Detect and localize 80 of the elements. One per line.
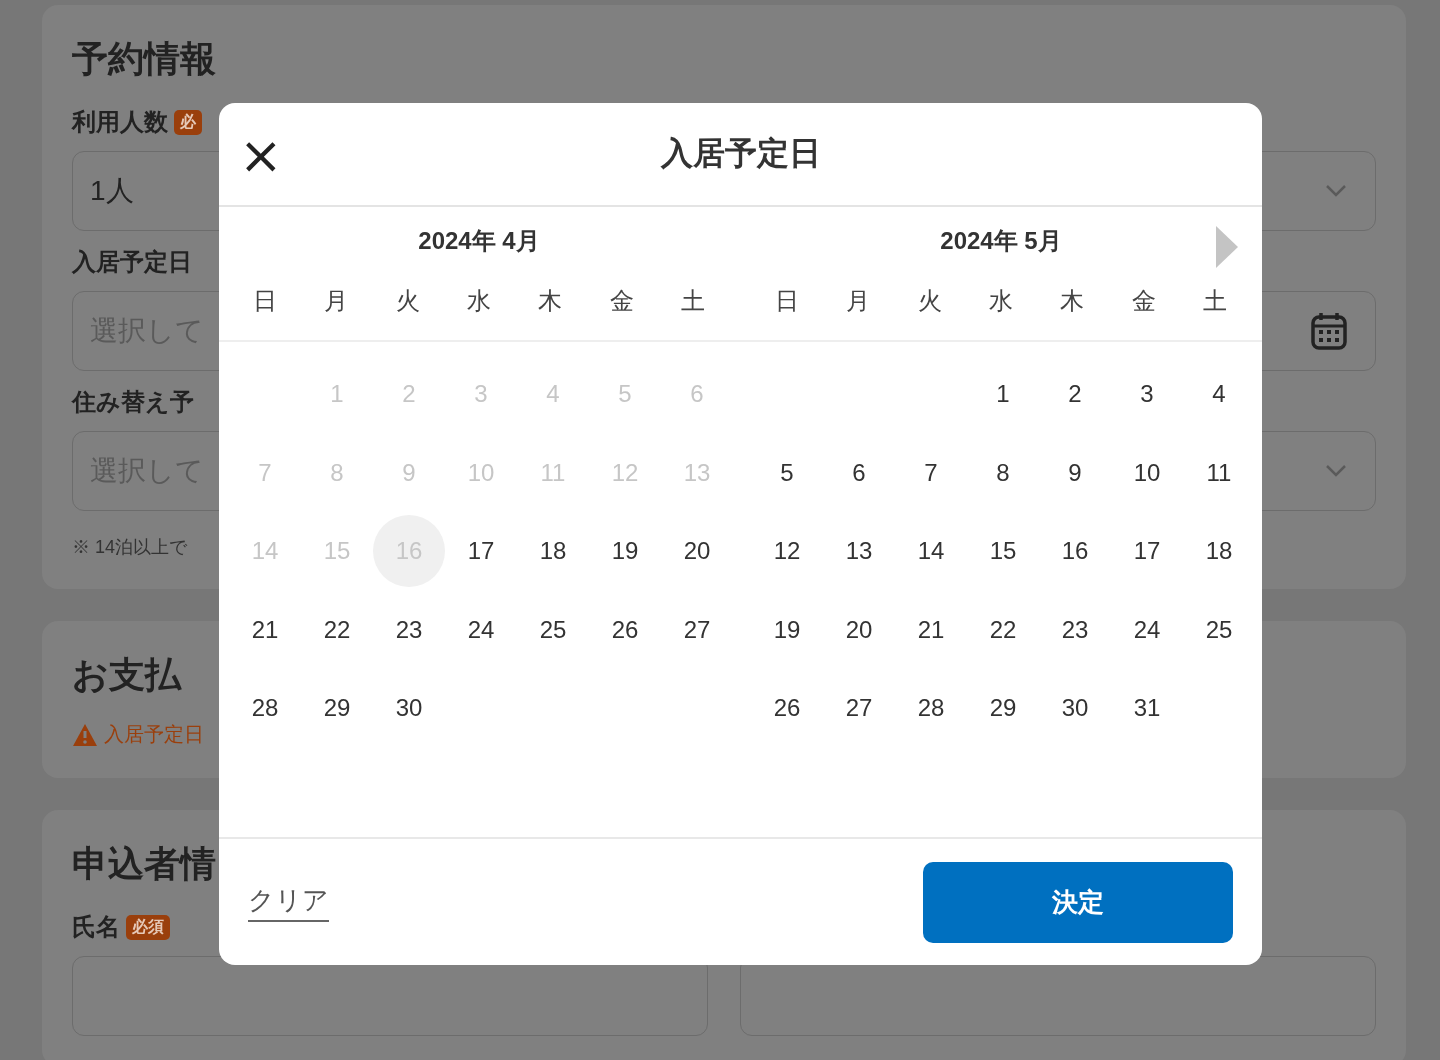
calendar-day[interactable]: 20 — [661, 515, 733, 588]
weekday-label: 水 — [989, 286, 1013, 316]
note-text: ※ 14泊以上で — [72, 536, 188, 559]
chevron-down-icon — [1325, 184, 1347, 198]
weekday-label: 金 — [1131, 286, 1156, 316]
calendar-day[interactable]: 6 — [823, 436, 895, 509]
weekday-label: 金 — [609, 286, 634, 316]
calendar-day[interactable]: 25 — [517, 593, 589, 666]
calendar-icon — [1311, 312, 1347, 350]
month-title: 2024年 5月 — [940, 226, 1062, 256]
calendar-day[interactable]: 9 — [1039, 436, 1111, 509]
warning-icon — [72, 722, 98, 747]
calendar-day[interactable]: 22 — [301, 593, 373, 666]
weekday-label: 火 — [917, 286, 942, 316]
required-badge: 必 — [174, 109, 202, 135]
weekday-label: 土 — [681, 286, 706, 316]
calendar-day[interactable]: 4 — [1183, 358, 1255, 431]
calendar-day[interactable]: 20 — [823, 593, 895, 666]
calendar-day[interactable]: 17 — [1111, 515, 1183, 588]
calendar-day[interactable]: 27 — [661, 593, 733, 666]
field-label: 利用人数 — [72, 107, 168, 137]
calendar-day[interactable]: 1 — [967, 358, 1039, 431]
calendar-day[interactable]: 5 — [751, 436, 823, 509]
calendar-day[interactable]: 30 — [1039, 672, 1111, 745]
calendar-day[interactable]: 26 — [751, 672, 823, 745]
calendar-day[interactable]: 19 — [751, 593, 823, 666]
weekday-label: 月 — [846, 286, 871, 316]
calendar-day[interactable]: 11 — [1183, 436, 1255, 509]
calendar-day[interactable]: 22 — [967, 593, 1039, 666]
month-title: 2024年 4月 — [418, 226, 540, 256]
calendar-day[interactable]: 7 — [895, 436, 967, 509]
calendar-day[interactable]: 15 — [967, 515, 1039, 588]
calendar-day[interactable]: 24 — [1111, 593, 1183, 666]
field-label: 氏名 — [72, 912, 120, 942]
calendar-day[interactable]: 2 — [1039, 358, 1111, 431]
section-title: 予約情報 — [72, 37, 217, 81]
close-button[interactable]: × — [239, 135, 279, 175]
calendar-day[interactable]: 10 — [1111, 436, 1183, 509]
weekday-label: 月 — [324, 286, 349, 316]
weekday-label: 日 — [252, 286, 277, 316]
calendar-day[interactable]: 21 — [895, 593, 967, 666]
calendar-day[interactable]: 17 — [445, 515, 517, 588]
calendar-day[interactable]: 28 — [895, 672, 967, 745]
section-title: 申込者情 — [72, 842, 217, 886]
calendar-day[interactable]: 24 — [445, 593, 517, 666]
calendar-day[interactable]: 14 — [895, 515, 967, 588]
chevron-down-icon — [1325, 464, 1347, 478]
calendar-day[interactable]: 23 — [1039, 593, 1111, 666]
field-label: 入居予定日 — [72, 247, 192, 277]
warning-text: 入居予定日 — [104, 722, 204, 747]
required-badge: 必須 — [126, 914, 170, 940]
calendar-day[interactable]: 8 — [967, 436, 1039, 509]
calendar-day[interactable]: 19 — [589, 515, 661, 588]
weekday-label: 火 — [395, 286, 420, 316]
calendar-day[interactable]: 23 — [373, 593, 445, 666]
weekday-label: 土 — [1203, 286, 1228, 316]
calendar-day[interactable]: 30 — [373, 672, 445, 745]
calendar-day[interactable]: 21 — [229, 593, 301, 666]
section-title: お支払 — [72, 653, 183, 697]
calendar-day[interactable]: 29 — [967, 672, 1039, 745]
calendar-day[interactable]: 31 — [1111, 672, 1183, 745]
calendar-day[interactable]: 18 — [1183, 515, 1255, 588]
calendar-day[interactable]: 28 — [229, 672, 301, 745]
calendar-day[interactable]: 12 — [751, 515, 823, 588]
weekday-label: 木 — [1060, 286, 1085, 316]
clear-link[interactable]: クリア — [248, 882, 329, 922]
weekday-label: 日 — [774, 286, 799, 316]
calendar-day[interactable]: 25 — [1183, 593, 1255, 666]
weekday-label: 木 — [538, 286, 563, 316]
dialog-title: 入居予定日 — [660, 134, 821, 173]
calendar-day[interactable]: 26 — [589, 593, 661, 666]
confirm-button[interactable]: 決定 — [923, 861, 1233, 943]
calendar-day[interactable]: 27 — [823, 672, 895, 745]
field-label: 住み替え予 — [72, 387, 194, 417]
calendar-day[interactable]: 18 — [517, 515, 589, 588]
calendar-day[interactable]: 13 — [823, 515, 895, 588]
calendar-day[interactable]: 16 — [1039, 515, 1111, 588]
calendar-day[interactable]: 3 — [1111, 358, 1183, 431]
weekday-label: 水 — [467, 286, 491, 316]
calendar-day[interactable]: 29 — [301, 672, 373, 745]
